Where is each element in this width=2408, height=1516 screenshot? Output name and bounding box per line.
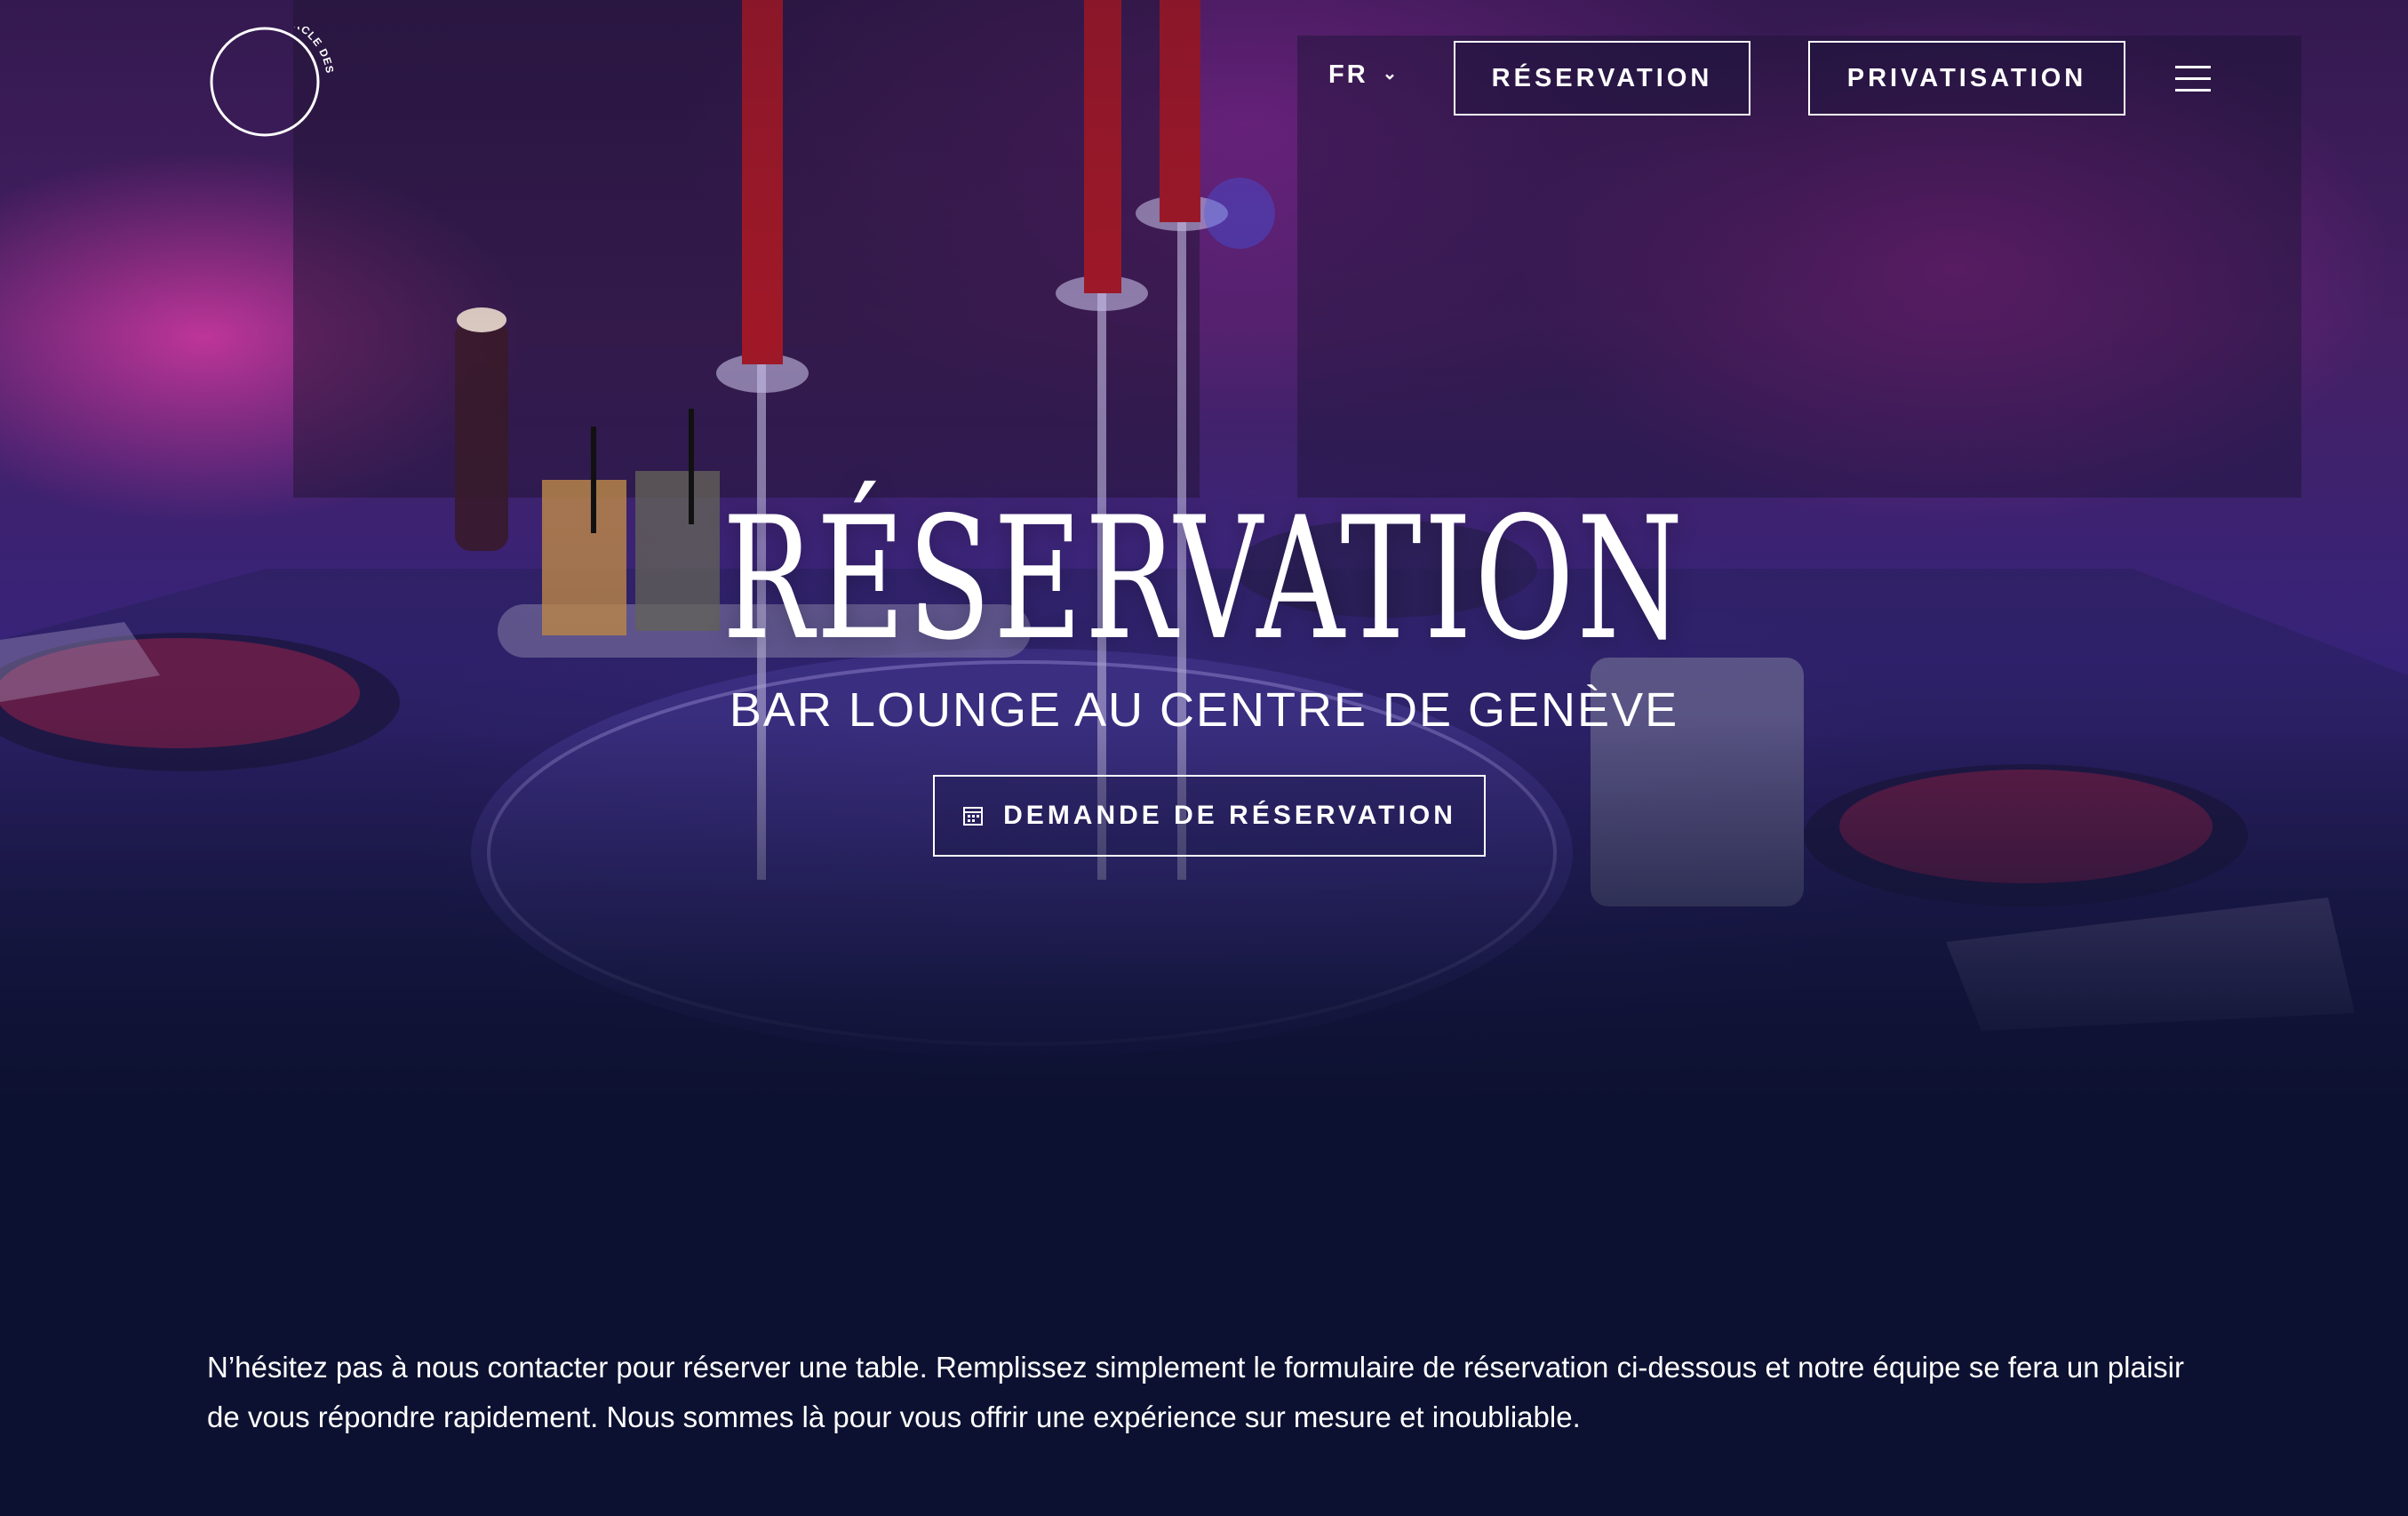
page-title: RÉSERVATION [722, 481, 1686, 678]
cta-label: DEMANDE DE RÉSERVATION [1003, 801, 1456, 830]
chevron-down-icon: ⌄ [1382, 64, 1400, 84]
hamburger-icon[interactable] [2175, 66, 2211, 92]
reservation-button[interactable]: RÉSERVATION [1454, 41, 1750, 116]
reservation-request-button[interactable]: DEMANDE DE RÉSERVATION [933, 775, 1486, 857]
top-navigation: FR ⌄ RÉSERVATION PRIVATISATION [0, 41, 2408, 119]
language-label: FR [1328, 60, 1368, 89]
language-selector[interactable]: FR ⌄ [1328, 60, 1399, 90]
privatisation-button[interactable]: PRIVATISATION [1808, 41, 2125, 116]
calendar-icon [963, 807, 984, 826]
page-subtitle: BAR LOUNGE AU CENTRE DE GENÈVE [729, 683, 1679, 737]
intro-paragraph: N’hésitez pas à nous contacter pour rése… [207, 1351, 2184, 1433]
